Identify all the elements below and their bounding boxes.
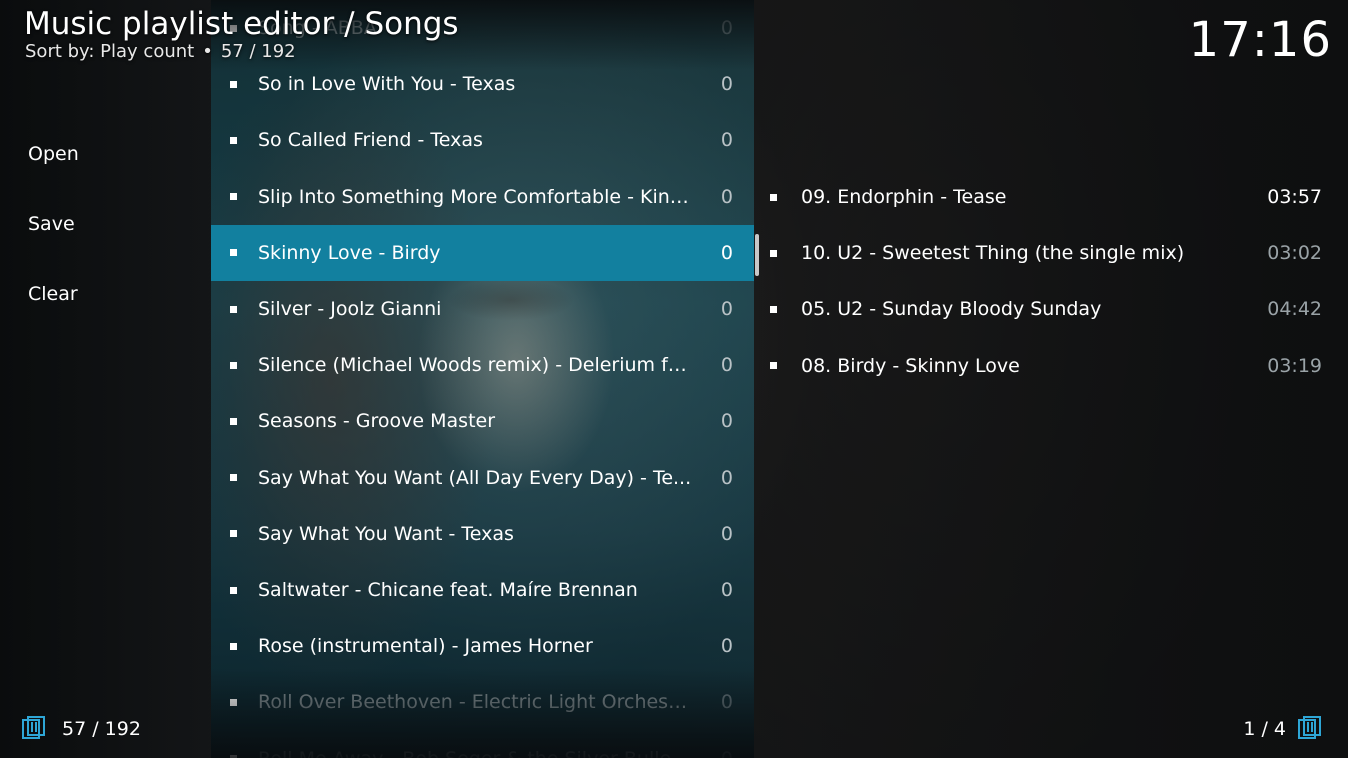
playlist-track-title: 05. U2 - Sunday Bloody Sunday: [801, 298, 1102, 321]
song-row[interactable]: Saltwater - Chicane feat. Maíre Brennan 0: [211, 562, 754, 618]
bullet-icon: [230, 586, 237, 594]
song-row[interactable]: Silence (Michael Woods remix) - Delerium…: [211, 337, 754, 393]
save-button[interactable]: Save: [28, 213, 75, 235]
playlist-track-duration: 03:02: [1267, 242, 1322, 265]
bullet-icon: [230, 361, 237, 369]
footer-item-count: 57 / 192: [62, 718, 141, 740]
song-title: Roll Over Beethoven - Electric Light Orc…: [258, 691, 693, 714]
song-play-count: 0: [720, 466, 733, 489]
song-play-count: 0: [720, 691, 733, 714]
song-title: Seasons - Groove Master: [258, 410, 496, 433]
song-play-count: 0: [720, 354, 733, 377]
song-row[interactable]: So in Love With You - Texas 0: [211, 56, 754, 112]
song-title: Saltwater - Chicane feat. Maíre Brennan: [258, 579, 638, 601]
song-row[interactable]: Silver - Joolz Gianni 0: [211, 281, 754, 337]
bullet-icon: [230, 193, 237, 201]
song-play-count: 0: [720, 579, 733, 601]
song-row[interactable]: Roll Me Away - Bob Seger & the Silver Bu…: [211, 731, 754, 758]
song-play-count: 0: [720, 73, 733, 96]
bullet-icon: [230, 80, 237, 88]
page-title: Music playlist editor / Songs: [24, 6, 459, 42]
song-row[interactable]: Say What You Want - Texas 0: [211, 506, 754, 562]
song-title: Rose (instrumental) - James Horner: [258, 635, 593, 658]
list-pages-icon: [1298, 716, 1321, 739]
bullet-icon: [230, 642, 237, 650]
item-position: 57 / 192: [220, 41, 296, 62]
sort-label: Sort by: Play count: [25, 41, 195, 62]
playlist-row[interactable]: 08. Birdy - Skinny Love 03:19: [770, 338, 1326, 394]
song-row[interactable]: So Called Friend - Texas 0: [211, 112, 754, 168]
song-play-count: 0: [720, 241, 733, 264]
song-title: Say What You Want (All Day Every Day) - …: [258, 466, 692, 489]
bullet-icon: [230, 249, 237, 257]
playlist-row[interactable]: 09. Endorphin - Tease 03:57: [770, 169, 1326, 225]
song-list[interactable]: Song - ABBA 0 So in Love With You - Texas 0…: [211, 0, 754, 758]
song-row[interactable]: Say What You Want (All Day Every Day) - …: [211, 450, 754, 506]
playlist-row[interactable]: 10. U2 - Sweetest Thing (the single mix)…: [770, 225, 1326, 281]
song-title: Say What You Want - Texas: [258, 522, 514, 545]
bullet-icon: [230, 698, 237, 706]
app-window: Song - ABBA 0 So in Love With You - Texas 0…: [0, 0, 1348, 758]
song-play-count: 0: [720, 522, 733, 545]
clear-button[interactable]: Clear: [28, 283, 78, 305]
song-title: Roll Me Away - Bob Seger & the Silver Bu…: [258, 748, 693, 758]
song-title: Slip Into Something More Comfortable - K…: [258, 185, 693, 208]
song-row[interactable]: Slip Into Something More Comfortable - K…: [211, 169, 754, 225]
song-row[interactable]: Roll Over Beethoven - Electric Light Orc…: [211, 674, 754, 730]
separator-dot: •: [202, 41, 213, 62]
song-title: Skinny Love - Birdy: [258, 241, 441, 264]
sort-info: Sort by: Play count • 57 / 192: [25, 41, 296, 62]
bullet-icon: [770, 362, 777, 370]
list-scroll-indicator[interactable]: [755, 234, 759, 276]
playlist-track-duration: 04:42: [1267, 298, 1322, 321]
list-pages-icon: [22, 716, 45, 739]
playlist-track-title: 08. Birdy - Skinny Love: [801, 354, 1020, 377]
clock: 17:16: [1188, 12, 1332, 68]
playlist-row[interactable]: 05. U2 - Sunday Bloody Sunday 04:42: [770, 281, 1326, 337]
song-title: Silver - Joolz Gianni: [258, 298, 442, 320]
open-button[interactable]: Open: [28, 143, 79, 165]
song-play-count: 0: [720, 129, 733, 152]
bullet-icon: [230, 474, 237, 482]
song-play-count: 0: [720, 185, 733, 208]
song-play-count: 0: [720, 17, 733, 39]
bullet-icon: [770, 249, 777, 257]
song-play-count: 0: [720, 298, 733, 320]
bullet-icon: [770, 193, 777, 201]
song-row[interactable]: Skinny Love - Birdy 0: [211, 224, 754, 281]
song-play-count: 0: [693, 748, 733, 758]
song-title: So Called Friend - Texas: [258, 129, 483, 152]
song-row[interactable]: Rose (instrumental) - James Horner 0: [211, 618, 754, 674]
song-title: Silence (Michael Woods remix) - Delerium…: [258, 354, 693, 377]
playlist-track-title: 10. U2 - Sweetest Thing (the single mix): [801, 242, 1185, 265]
bullet-icon: [770, 305, 777, 313]
playlist-track-title: 09. Endorphin - Tease: [801, 186, 1007, 208]
footer-page-indicator: 1 / 4: [1243, 718, 1286, 740]
left-panel-background: [0, 0, 211, 758]
song-play-count: 0: [720, 635, 733, 658]
song-row[interactable]: Seasons - Groove Master 0: [211, 393, 754, 449]
song-title: So in Love With You - Texas: [258, 73, 516, 96]
bullet-icon: [230, 305, 237, 313]
song-play-count: 0: [720, 410, 733, 433]
bullet-icon: [230, 530, 237, 538]
bullet-icon: [230, 136, 237, 144]
playlist-track-duration: 03:19: [1267, 354, 1322, 377]
bullet-icon: [230, 417, 237, 425]
playlist-track-duration: 03:57: [1267, 186, 1322, 208]
